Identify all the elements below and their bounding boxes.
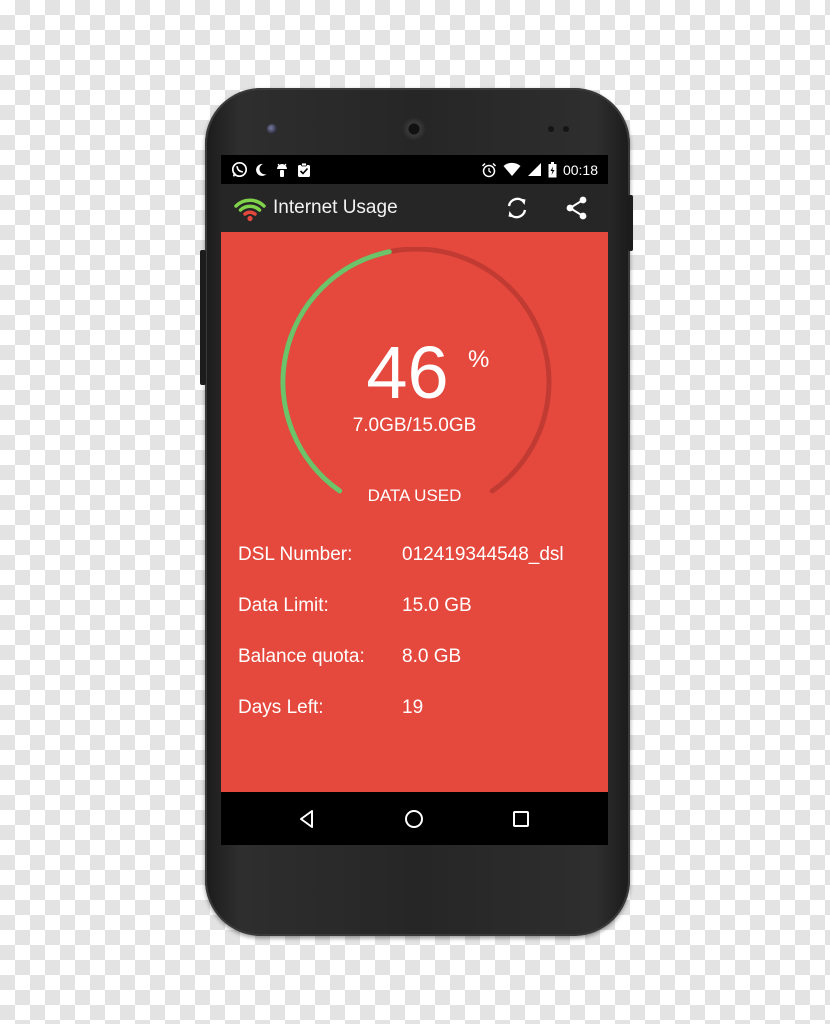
- moon-icon: [256, 163, 267, 176]
- info-row-balance-quota: Balance quota: 8.0 GB: [238, 646, 598, 697]
- home-icon: [405, 810, 423, 828]
- info-label: Days Left:: [238, 697, 324, 718]
- battery-icon: [548, 161, 557, 177]
- app-title: Internet Usage: [273, 197, 398, 218]
- info-row-data-limit: Data Limit: 15.0 GB: [238, 595, 598, 646]
- percent-sign: %: [468, 346, 490, 373]
- back-icon: [300, 810, 313, 828]
- usage-percent: 46: [366, 331, 449, 414]
- refresh-button[interactable]: [502, 193, 532, 223]
- info-row-dsl-number: DSL Number: 012419344548_dsl: [238, 544, 598, 595]
- navigation-bar: [221, 792, 608, 845]
- alarm-icon: [481, 162, 496, 177]
- info-value: 19: [402, 697, 424, 718]
- info-row-days-left: Days Left: 19: [238, 697, 598, 748]
- notification-icons: [231, 159, 312, 180]
- recents-button[interactable]: [506, 804, 536, 834]
- info-label: DSL Number:: [238, 544, 353, 565]
- status-time: 00:18: [562, 161, 598, 178]
- light-sensor: [563, 126, 569, 132]
- account-info-list: DSL Number: 012419344548_dsl Data Limit:…: [238, 544, 598, 748]
- system-status-icons: 00:18: [481, 159, 598, 180]
- status-bar: 00:18: [221, 155, 608, 184]
- proximity-sensor: [548, 126, 554, 132]
- wifi-logo-icon: [234, 198, 266, 222]
- info-value: 8.0 GB: [402, 646, 462, 667]
- info-label: Data Limit:: [238, 595, 329, 616]
- android-icon: [277, 163, 287, 177]
- phone-screen: 00:18 Internet Usage 46 % 7.0GB/15.0GB D…: [221, 155, 608, 845]
- gauge-label: DATA USED: [367, 486, 462, 505]
- phone-side-button-right: [628, 195, 633, 251]
- usage-content: 46 % 7.0GB/15.0GB DATA USED DSL Number: …: [221, 232, 608, 792]
- usage-amount: 7.0GB/15.0GB: [352, 415, 477, 436]
- action-bar: Internet Usage: [221, 184, 608, 232]
- earpiece-speaker: [403, 118, 425, 140]
- back-button[interactable]: [292, 804, 322, 834]
- whatsapp-icon: [231, 161, 248, 178]
- share-icon: [566, 196, 587, 220]
- share-button[interactable]: [562, 193, 592, 223]
- info-label: Balance quota:: [238, 646, 365, 667]
- info-value: 012419344548_dsl: [402, 544, 564, 565]
- clipboard-check-icon: [298, 162, 310, 177]
- home-button[interactable]: [399, 804, 429, 834]
- refresh-icon: [507, 197, 527, 219]
- recents-icon: [513, 811, 529, 827]
- front-camera: [267, 124, 277, 134]
- phone-side-button-left: [200, 250, 206, 385]
- wifi-icon: [503, 162, 521, 176]
- info-value: 15.0 GB: [402, 595, 472, 616]
- signal-icon: [527, 163, 541, 176]
